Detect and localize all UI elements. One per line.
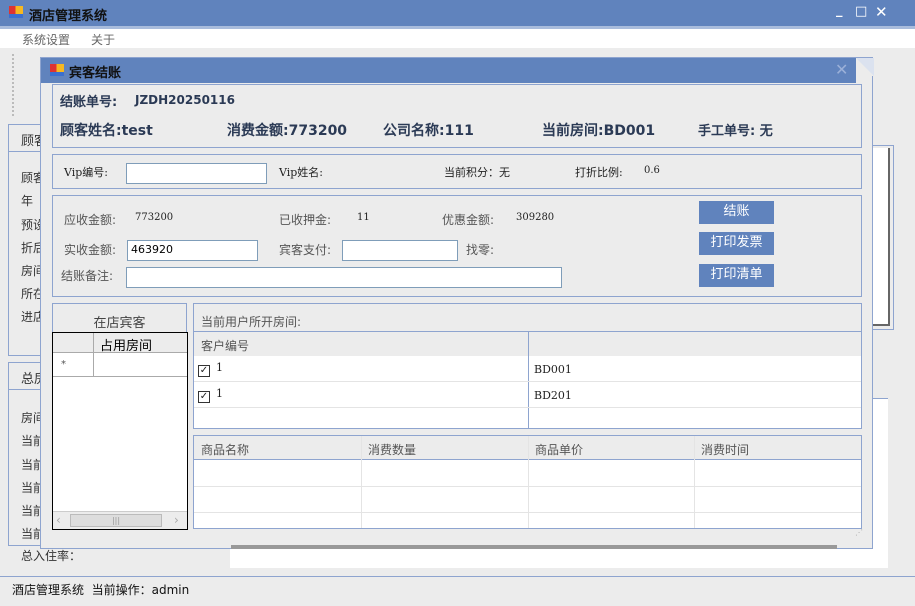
dialog-icon — [50, 64, 64, 76]
column-header-unit-price[interactable]: 商品单价 — [535, 441, 583, 458]
pay-label: 宾客支付: — [279, 243, 332, 257]
print-list-button[interactable]: 打印清单 — [699, 264, 774, 287]
horizontal-scrollbar[interactable]: ‹ ||| › — [53, 511, 187, 529]
manual-no: 手工单号: 无 — [698, 124, 773, 139]
room-no: BD201 — [534, 389, 572, 402]
print-invoice-button[interactable]: 打印发票 — [699, 232, 774, 255]
scroll-right-icon[interactable]: › — [174, 513, 179, 527]
status-bar: 酒店管理系统 当前操作：admin — [0, 576, 915, 606]
in-store-title: 在店宾客 — [93, 316, 146, 331]
actual-input[interactable]: 463920 — [127, 240, 258, 261]
dialog-close-icon[interactable]: ✕ — [835, 60, 848, 79]
checkbox-checked-icon[interactable]: ✓ — [198, 365, 210, 377]
change-label: 找零: — [466, 243, 495, 257]
bill-no: JZDH20250116 — [135, 93, 235, 107]
app-icon — [9, 6, 23, 18]
checkout-dialog: 宾客结账 ✕ 结账单号: JZDH20250116 顾客姓名:test 消费金额… — [40, 57, 874, 549]
folded-corner — [856, 58, 874, 76]
new-row-marker: * — [61, 359, 66, 370]
column-header-time[interactable]: 消费时间 — [701, 441, 749, 458]
actual-label: 实收金额: — [64, 243, 117, 257]
main-titlebar: 酒店管理系统 _ □ ✕ — [0, 0, 915, 26]
open-rooms-panel: 当前用户所开房间: 客户编号 ✓ 1 BD001 ✓ 1 BD201 — [193, 303, 862, 429]
customer-id: 1 — [216, 361, 223, 374]
status-text: 酒店管理系统 当前操作：admin — [12, 583, 190, 597]
bill-no-label: 结账单号: — [60, 95, 118, 110]
close-icon[interactable]: ✕ — [875, 3, 888, 21]
discount-ratio: 0.6 — [644, 165, 660, 176]
discount-amount-label: 优惠金额: — [442, 213, 495, 227]
deposit: 11 — [357, 212, 370, 223]
receivable-label: 应收金额: — [64, 213, 117, 227]
receivable: 773200 — [135, 212, 174, 223]
toolbar-separator — [12, 54, 14, 116]
menu-system-settings[interactable]: 系统设置 — [22, 31, 70, 48]
discount-label: 打折比例: — [575, 166, 623, 179]
column-header-customer-id[interactable]: 客户编号 — [201, 337, 249, 354]
payment-section: 应收金额: 773200 已收押金: 11 优惠金额: 309280 实收金额:… — [52, 195, 862, 297]
company-name: 公司名称:111 — [383, 123, 474, 139]
open-rooms-title: 当前用户所开房间: — [201, 315, 302, 329]
resize-grip-icon[interactable]: ⋰ — [855, 528, 863, 537]
dialog-bottom-scrollbar[interactable] — [231, 545, 837, 549]
scroll-thumb[interactable]: ||| — [70, 514, 162, 527]
checkout-button[interactable]: 结账 — [699, 201, 774, 224]
row-id: ✓ 1 — [198, 361, 223, 377]
dialog-title: 宾客结账 — [69, 66, 122, 81]
checkbox-checked-icon[interactable]: ✓ — [198, 391, 210, 403]
current-room: 当前房间:BD001 — [542, 123, 656, 139]
rooms-grid[interactable]: 客户编号 ✓ 1 BD001 ✓ 1 BD201 — [194, 331, 861, 429]
vip-name-label: Vip姓名: — [279, 166, 324, 179]
vip-no-label: Vip编号: — [64, 166, 109, 179]
table-row[interactable]: ✓ 1 BD001 — [194, 356, 861, 382]
customer-id: 1 — [216, 387, 223, 400]
column-header-room[interactable]: 占用房间 — [100, 335, 152, 354]
label: 年 — [21, 194, 34, 208]
main-title: 酒店管理系统 — [29, 9, 108, 24]
goods-grid[interactable]: 商品名称 消费数量 商品单价 消费时间 — [193, 435, 862, 529]
vip-section: Vip编号: Vip姓名: 当前积分：无 打折比例: 0.6 — [52, 154, 862, 189]
note-input[interactable] — [126, 267, 562, 288]
deposit-label: 已收押金: — [279, 213, 332, 227]
bill-info-section: 结账单号: JZDH20250116 顾客姓名:test 消费金额:773200… — [52, 84, 862, 148]
dialog-titlebar: 宾客结账 ✕ — [41, 58, 856, 83]
table-row[interactable]: ✓ 1 BD201 — [194, 382, 861, 408]
vip-no-input[interactable] — [126, 163, 267, 184]
scroll-left-icon[interactable]: ‹ — [56, 513, 61, 527]
maximize-icon[interactable]: □ — [855, 4, 867, 19]
consume-amount: 消费金额:773200 — [227, 123, 348, 139]
points: 当前积分：无 — [444, 166, 510, 179]
row-id: ✓ 1 — [198, 387, 223, 403]
guest-name: 顾客姓名:test — [60, 123, 153, 139]
in-store-grid[interactable]: 占用房间 * ‹ ||| › — [52, 332, 188, 530]
note-label: 结账备注: — [61, 269, 114, 283]
room-no: BD001 — [534, 363, 572, 376]
column-header-goods-name[interactable]: 商品名称 — [201, 441, 249, 458]
in-store-guests-panel: 在店宾客 占用房间 * ‹ ||| › — [52, 303, 188, 530]
minimize-icon[interactable]: _ — [836, 3, 843, 18]
menu-about[interactable]: 关于 — [91, 31, 115, 48]
column-header-quantity[interactable]: 消费数量 — [368, 441, 416, 458]
pay-input[interactable] — [342, 240, 458, 261]
label: 总入住率： — [21, 549, 82, 563]
menu-bar: 系统设置 关于 — [0, 26, 915, 48]
discount-amount: 309280 — [516, 212, 555, 223]
